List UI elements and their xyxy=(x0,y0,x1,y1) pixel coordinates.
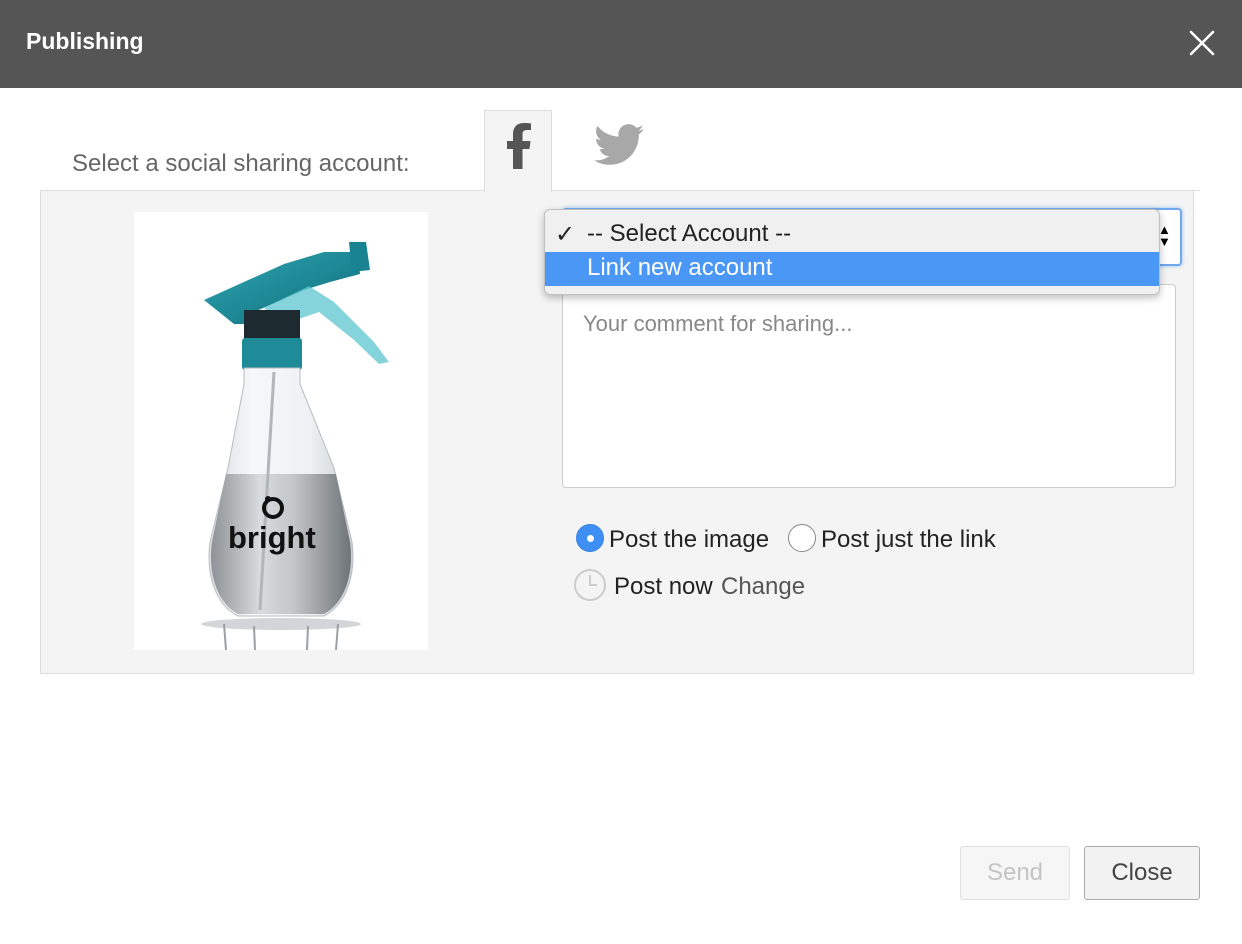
account-option-select[interactable]: ✓ -- Select Account -- xyxy=(545,218,1159,252)
publishing-dialog: Publishing Select a social sharing accou… xyxy=(0,0,1242,944)
close-button[interactable]: Close xyxy=(1084,846,1200,900)
sharing-account-label: Select a social sharing account: xyxy=(72,150,410,177)
tab-twitter[interactable] xyxy=(582,110,656,192)
option-label: -- Select Account -- xyxy=(587,220,792,247)
panel-divider xyxy=(40,190,485,191)
post-image-radio[interactable] xyxy=(576,524,604,552)
account-option-link-new[interactable]: Link new account xyxy=(545,252,1159,286)
post-link-label[interactable]: Post just the link xyxy=(821,526,996,554)
dialog-title: Publishing xyxy=(26,28,144,54)
brand-logo-text: bright xyxy=(228,520,316,555)
schedule-status: Post now xyxy=(614,573,713,600)
twitter-icon xyxy=(594,124,644,165)
facebook-icon xyxy=(507,123,531,169)
post-image-label[interactable]: Post the image xyxy=(609,526,769,554)
close-icon[interactable] xyxy=(1183,24,1221,62)
product-image-preview: bright xyxy=(134,212,428,650)
option-label: Link new account xyxy=(587,254,773,281)
clock-icon xyxy=(574,569,606,601)
change-schedule-link[interactable]: Change xyxy=(721,573,805,601)
comment-input[interactable] xyxy=(562,284,1176,488)
panel-divider xyxy=(551,190,1200,191)
tab-facebook[interactable] xyxy=(484,110,552,192)
checkmark-icon: ✓ xyxy=(555,221,576,248)
account-dropdown-menu: ✓ -- Select Account -- Link new account xyxy=(544,209,1160,295)
post-link-radio[interactable] xyxy=(788,524,816,552)
send-button[interactable]: Send xyxy=(960,846,1070,900)
spray-bottle-image: bright xyxy=(201,242,389,650)
dialog-titlebar: Publishing xyxy=(0,0,1242,88)
